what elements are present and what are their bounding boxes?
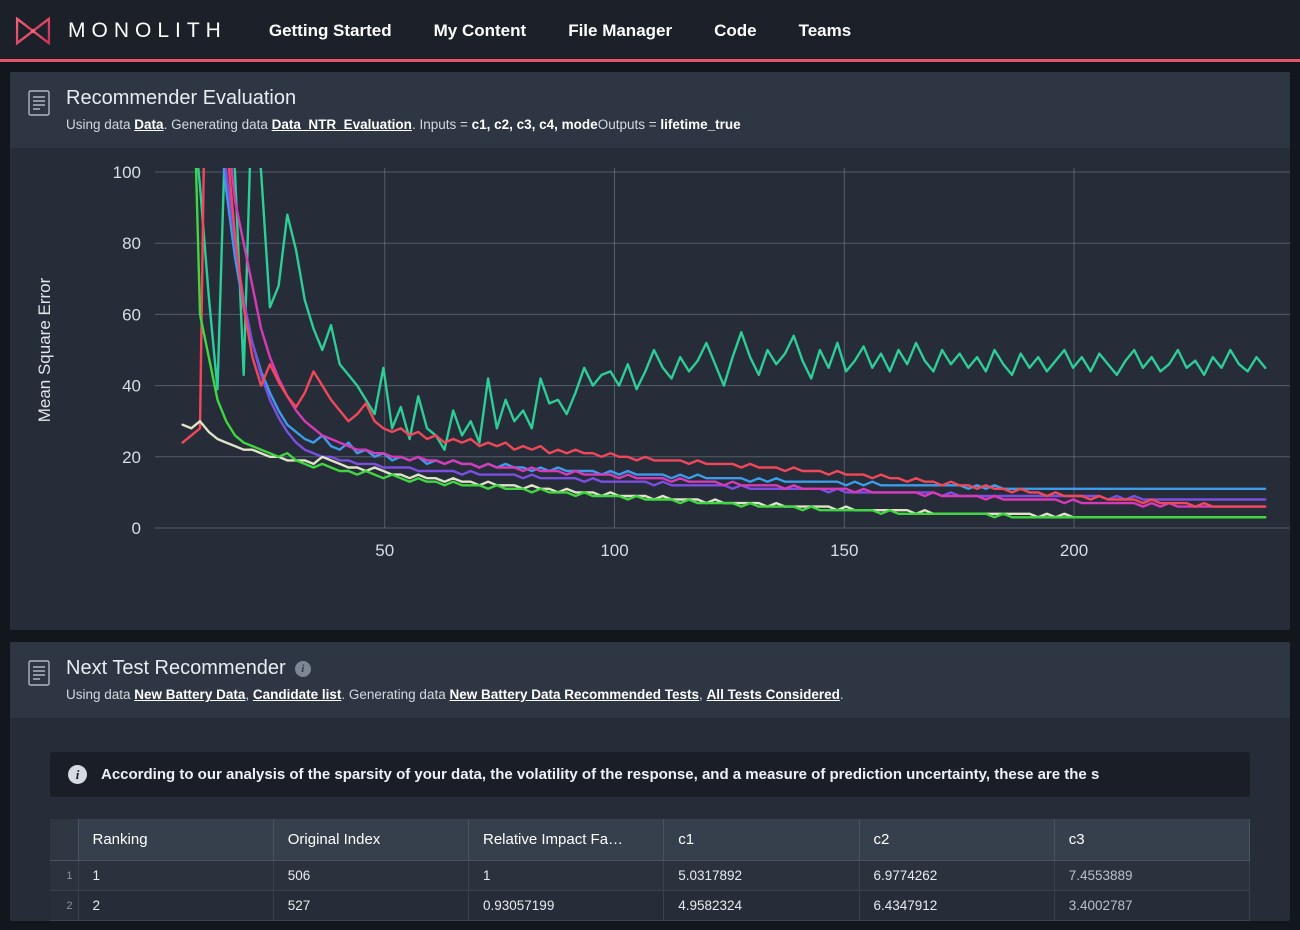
card-title-text: Recommender Evaluation (66, 87, 297, 109)
svg-text:50: 50 (375, 541, 394, 560)
results-table: Ranking Original Index Relative Impact F… (50, 819, 1251, 922)
mse-line-chart: 0 20 40 60 80 100 50 100 150 200 Mean Square Error (35, 163, 1290, 560)
info-icon[interactable]: i (294, 660, 311, 677)
table-head: Ranking Original Index Relative Impact F… (50, 819, 1251, 862)
recommended-tests-table: Ranking Original Index Relative Impact F… (50, 819, 1251, 922)
card-title: Recommender Evaluation (66, 87, 741, 110)
svg-text:150: 150 (830, 541, 858, 560)
cell-c1: 4.9582324 (663, 890, 860, 922)
table-row[interactable]: 2 2 527 0.93057199 4.9582324 6.4347912 3… (50, 890, 1251, 922)
card-subtitle: Using data Data. Generating data Data_NT… (66, 116, 741, 134)
col-header-relative-impact-factor[interactable]: Relative Impact Fa… (468, 819, 665, 862)
data-link-recommended-tests[interactable]: New Battery Data Recommended Tests (449, 687, 699, 702)
table-header-row: Ranking Original Index Relative Impact F… (50, 819, 1251, 862)
cell-ranking: 1 (78, 860, 274, 892)
data-link-data[interactable]: Data (134, 117, 163, 132)
svg-text:Mean Square Error: Mean Square Error (35, 278, 54, 423)
analysis-info-banner: i According to our analysis of the spars… (50, 752, 1250, 798)
cell-c1: 5.0317892 (663, 860, 860, 892)
subtitle-text: , (699, 687, 707, 703)
col-header-c1[interactable]: c1 (663, 819, 860, 862)
page-content: Recommender Evaluation Using data Data. … (0, 62, 1300, 922)
navbar-accent-line (0, 59, 1300, 62)
cell-ranking: 2 (78, 890, 274, 922)
top-navbar: MONOLITH Getting Started My Content File… (0, 0, 1300, 62)
nav-item-getting-started[interactable]: Getting Started (269, 21, 392, 41)
brand-name: MONOLITH (68, 19, 227, 42)
nav-item-teams[interactable]: Teams (799, 21, 852, 41)
subtitle-text: Outputs = (597, 117, 661, 132)
cell-c2: 6.4347912 (859, 890, 1055, 922)
cell-original-index: 527 (273, 890, 470, 922)
cell-original-index: 506 (273, 860, 470, 892)
chart-recommender-evaluation: 0 20 40 60 80 100 50 100 150 200 Mean Square Error (10, 148, 1290, 631)
table-body: 1 1 506 1 5.0317892 6.9774262 7.4553889 … (50, 860, 1251, 922)
svg-text:100: 100 (113, 163, 141, 182)
nav-item-code[interactable]: Code (714, 21, 757, 41)
cell-relative-impact-factor: 1 (468, 860, 665, 892)
subtitle-text: . (839, 687, 844, 703)
nav-item-file-manager[interactable]: File Manager (568, 21, 672, 41)
card-recommender-evaluation: Recommender Evaluation Using data Data. … (10, 72, 1290, 631)
card-title-text: Next Test Recommender (66, 657, 286, 680)
banner-text: According to our analysis of the sparsit… (101, 766, 1100, 784)
svg-text:80: 80 (122, 234, 141, 253)
col-header-c2[interactable]: c2 (859, 819, 1055, 862)
subtitle-text: , (245, 687, 253, 703)
inputs-value: c1, c2, c3, c4, mode (471, 117, 598, 132)
data-link-new-battery-data[interactable]: New Battery Data (134, 687, 245, 702)
data-link-all-tests-considered[interactable]: All Tests Considered (707, 687, 840, 702)
subtitle-text: . Inputs = (411, 117, 472, 132)
col-header-ranking[interactable]: Ranking (78, 819, 274, 862)
cell-relative-impact-factor: 0.93057199 (468, 890, 665, 922)
svg-text:20: 20 (122, 448, 141, 467)
cell-c3: 7.4553889 (1054, 860, 1251, 892)
card-body: i According to our analysis of the spars… (10, 718, 1290, 922)
data-link-candidate-list[interactable]: Candidate list (253, 687, 342, 702)
svg-text:100: 100 (600, 541, 628, 560)
subtitle-text: Using data (66, 687, 135, 703)
subtitle-text: . Generating data (341, 687, 450, 703)
subtitle-text: . Generating data (163, 117, 272, 132)
col-header-c3[interactable]: c3 (1054, 819, 1251, 862)
card-title: Next Test Recommender i (66, 657, 844, 680)
brand-logo[interactable]: MONOLITH (14, 16, 227, 46)
card-next-test-recommender: Next Test Recommender i Using data New B… (10, 642, 1290, 922)
table-row[interactable]: 1 1 506 1 5.0317892 6.9774262 7.4553889 (50, 860, 1251, 892)
nav-item-my-content[interactable]: My Content (434, 21, 527, 41)
svg-text:60: 60 (122, 306, 141, 325)
cell-c3: 3.4002787 (1054, 890, 1251, 922)
document-list-icon (28, 90, 50, 116)
svg-text:40: 40 (122, 377, 141, 396)
row-number: 1 (50, 860, 79, 892)
rownum-header (50, 819, 79, 862)
nav-links: Getting Started My Content File Manager … (269, 21, 851, 41)
data-link-ntr-evaluation[interactable]: Data_NTR_Evaluation (272, 117, 412, 132)
card-header: Next Test Recommender i Using data New B… (10, 642, 1290, 719)
info-icon: i (68, 765, 87, 785)
document-list-icon (28, 660, 50, 686)
row-number: 2 (50, 890, 79, 922)
svg-text:200: 200 (1060, 541, 1088, 560)
col-header-original-index[interactable]: Original Index (273, 819, 470, 862)
svg-text:0: 0 (132, 519, 141, 538)
monolith-bowtie-logo-icon (15, 16, 51, 46)
subtitle-text: Using data (66, 117, 135, 132)
card-header: Recommender Evaluation Using data Data. … (10, 72, 1290, 149)
cell-c2: 6.9774262 (859, 860, 1055, 892)
outputs-value: lifetime_true (660, 117, 741, 132)
card-subtitle: Using data New Battery Data, Candidate l… (66, 686, 844, 704)
